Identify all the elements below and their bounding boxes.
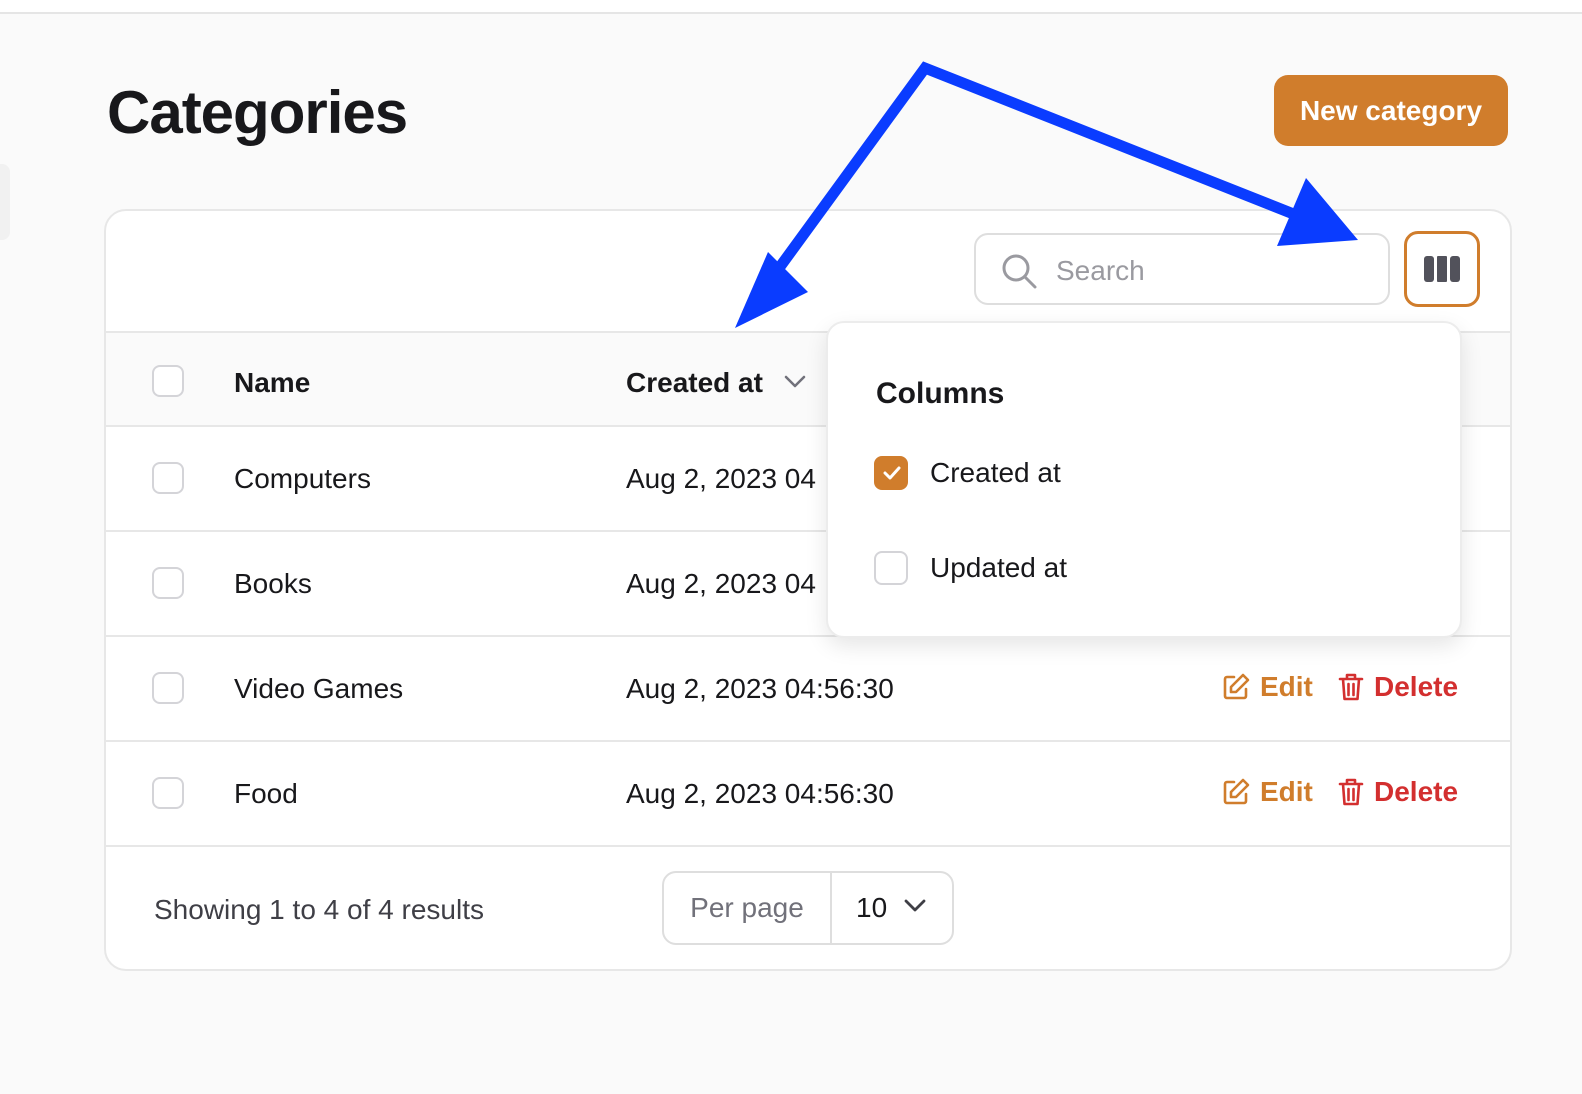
column-checkbox-updated-at[interactable] <box>874 551 908 585</box>
row-checkbox[interactable] <box>152 567 184 599</box>
top-bar <box>0 0 1582 14</box>
edit-label: Edit <box>1260 776 1313 807</box>
check-icon <box>883 466 901 480</box>
table-row: Food Aug 2, 2023 04:56:30 Edit Delete <box>106 742 1510 847</box>
cell-created-at: Aug 2, 2023 04 <box>626 463 816 494</box>
chevron-down-icon[interactable] <box>784 375 806 389</box>
per-page-select[interactable]: Per page 10 <box>662 871 954 945</box>
cell-name: Video Games <box>234 673 404 704</box>
cell-name: Food <box>234 778 298 809</box>
page-title: Categories <box>107 79 408 146</box>
column-option-label: Created at <box>930 457 1061 488</box>
edit-icon <box>1223 673 1250 700</box>
header-name[interactable]: Name <box>234 367 310 399</box>
cell-created-at: Aug 2, 2023 04 <box>626 568 816 599</box>
per-page-value[interactable]: 10 <box>856 873 887 943</box>
trash-icon <box>1338 778 1364 806</box>
new-category-button[interactable]: New category <box>1274 75 1508 146</box>
pagination-summary: Showing 1 to 4 of 4 results <box>154 894 484 925</box>
delete-button[interactable]: Delete <box>1338 776 1458 808</box>
columns-title: Columns <box>876 377 1005 410</box>
table-row: Video Games Aug 2, 2023 04:56:30 Edit De… <box>106 637 1510 742</box>
delete-label: Delete <box>1374 776 1459 807</box>
edit-button[interactable]: Edit <box>1222 671 1313 703</box>
delete-button[interactable]: Delete <box>1338 671 1458 703</box>
column-toggle-button[interactable] <box>1404 231 1480 307</box>
trash-icon <box>1338 673 1364 701</box>
search-field[interactable] <box>974 233 1390 305</box>
delete-label: Delete <box>1374 671 1459 702</box>
column-option-created-at[interactable]: Created at <box>874 455 1061 491</box>
column-option-updated-at[interactable]: Updated at <box>874 550 1067 586</box>
row-checkbox[interactable] <box>152 777 184 809</box>
row-checkbox[interactable] <box>152 672 184 704</box>
edit-icon <box>1223 778 1250 805</box>
columns-icon <box>1424 256 1460 282</box>
edit-label: Edit <box>1260 671 1313 702</box>
cell-created-at: Aug 2, 2023 04:56:30 <box>626 778 894 809</box>
cell-name: Computers <box>234 463 371 494</box>
per-page-label: Per page <box>664 873 832 943</box>
cell-created-at: Aug 2, 2023 04:56:30 <box>626 673 894 704</box>
row-checkbox[interactable] <box>152 462 184 494</box>
column-checkbox-created-at[interactable] <box>874 456 908 490</box>
search-input[interactable] <box>1054 247 1378 295</box>
header-created-at[interactable]: Created at <box>626 367 763 399</box>
columns-dropdown: Columns Created at Updated at <box>826 321 1462 638</box>
edit-button[interactable]: Edit <box>1222 776 1313 808</box>
sidebar-edge <box>0 164 10 240</box>
chevron-down-icon[interactable] <box>904 899 926 913</box>
column-option-label: Updated at <box>930 552 1067 583</box>
search-icon <box>1002 254 1037 289</box>
cell-name: Books <box>234 568 312 599</box>
select-all-checkbox[interactable] <box>152 365 184 397</box>
